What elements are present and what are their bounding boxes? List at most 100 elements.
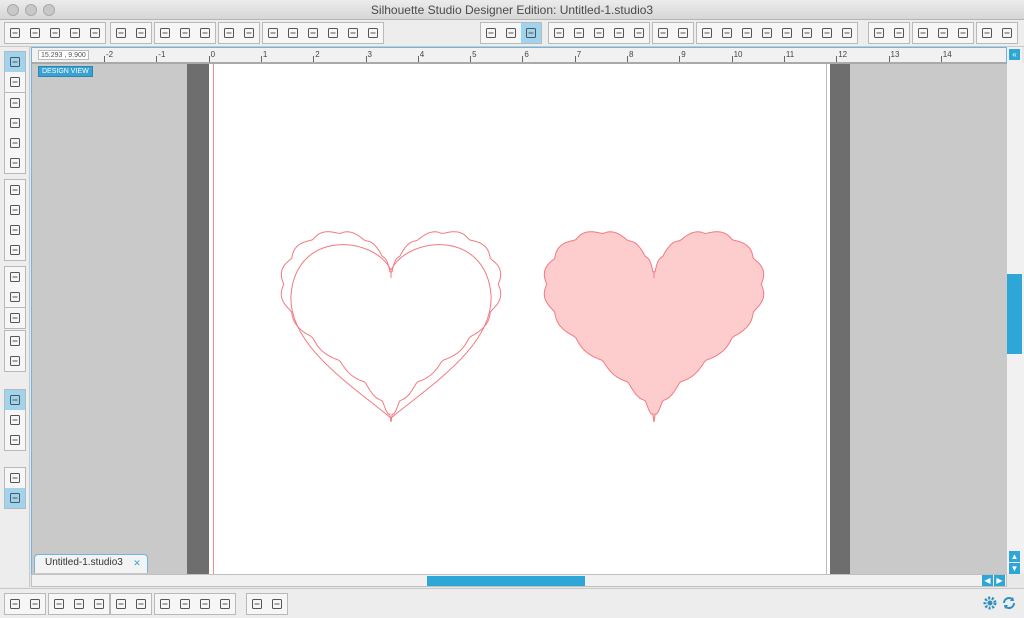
send-to-silhouette-icon[interactable] — [131, 23, 151, 43]
zoom-in-icon[interactable] — [283, 23, 303, 43]
trace-icon[interactable] — [913, 23, 933, 43]
align-icon[interactable] — [797, 23, 817, 43]
horizontal-scrollbar[interactable]: ◀ ▶ — [31, 574, 1007, 587]
paste-icon[interactable] — [175, 23, 195, 43]
select-icon[interactable] — [5, 52, 25, 72]
scale-icon[interactable] — [757, 23, 777, 43]
rounded-rectangle-icon[interactable] — [5, 133, 25, 153]
arc-icon[interactable] — [5, 267, 25, 287]
compound-icon[interactable] — [49, 594, 69, 614]
eraser-icon[interactable] — [977, 23, 997, 43]
tool-panel — [0, 47, 30, 587]
page-settings-icon[interactable] — [501, 23, 521, 43]
group-icon[interactable] — [5, 594, 25, 614]
spiral-icon[interactable] — [215, 594, 235, 614]
save-to-library-icon[interactable] — [85, 23, 105, 43]
delete-icon[interactable] — [131, 594, 151, 614]
bring-to-front-icon[interactable] — [89, 594, 109, 614]
mirror-icon[interactable] — [195, 594, 215, 614]
line-style-lines-icon[interactable] — [673, 23, 693, 43]
settings-gear-icon[interactable] — [982, 595, 998, 611]
ruler-tick-label: 12 — [838, 50, 848, 59]
grid-icon[interactable] — [521, 23, 541, 43]
line-color-icon[interactable] — [609, 23, 629, 43]
vertical-scroll-thumb[interactable] — [1007, 274, 1022, 354]
zoom-drag-icon[interactable] — [343, 23, 363, 43]
ruler-tick — [104, 56, 105, 62]
rectangle-icon[interactable] — [5, 113, 25, 133]
pan-icon[interactable] — [263, 23, 283, 43]
fill-bucket-icon[interactable] — [481, 23, 501, 43]
canvas-offpage-right — [850, 64, 1007, 574]
release-compound-icon[interactable] — [69, 594, 89, 614]
polygon-icon[interactable] — [5, 180, 25, 200]
panel-split-icon[interactable] — [5, 488, 25, 508]
lock-icon[interactable] — [247, 594, 267, 614]
open-file-icon[interactable] — [25, 23, 45, 43]
toolbar-group — [218, 22, 260, 44]
zoom-out-icon[interactable] — [303, 23, 323, 43]
scroll-up-arrow-icon[interactable]: ▲ — [1009, 551, 1020, 562]
scalloped-heart-filled[interactable] — [543, 231, 765, 423]
knife-icon[interactable] — [5, 351, 25, 371]
horizontal-scroll-thumb[interactable] — [427, 576, 585, 586]
modify-icon[interactable] — [869, 23, 889, 43]
eraser-tool-icon[interactable] — [5, 331, 25, 351]
refresh-icon[interactable] — [1001, 595, 1017, 611]
design-view-icon[interactable] — [5, 390, 25, 410]
scroll-right-arrow-icon[interactable]: ▶ — [994, 575, 1005, 586]
text-style-icon[interactable] — [697, 23, 717, 43]
library-icon[interactable] — [5, 410, 25, 430]
cut-icon[interactable] — [195, 23, 215, 43]
document-tab[interactable]: Untitled-1.studio3 ✕ — [34, 554, 148, 573]
weld-icon[interactable] — [155, 594, 175, 614]
ruler-tick-label: -1 — [158, 50, 166, 59]
redo-icon[interactable] — [239, 23, 259, 43]
ellipse-icon[interactable] — [5, 153, 25, 173]
fill-gradient-icon[interactable] — [569, 23, 589, 43]
shear-icon[interactable] — [777, 23, 797, 43]
line-icon[interactable] — [5, 93, 25, 113]
online-store-icon[interactable] — [5, 430, 25, 450]
print-icon[interactable] — [111, 23, 131, 43]
rotate-icon[interactable] — [737, 23, 757, 43]
line-style-icon[interactable] — [629, 23, 649, 43]
curve-icon[interactable] — [5, 200, 25, 220]
scroll-down-arrow-icon[interactable]: ▼ — [1009, 563, 1020, 574]
fit-to-page-icon[interactable] — [363, 23, 383, 43]
save-icon[interactable] — [65, 23, 85, 43]
zoom-select-icon[interactable] — [323, 23, 343, 43]
coordinate-readout: 15.293 , 9.900 — [38, 50, 89, 60]
ungroup-icon[interactable] — [25, 594, 45, 614]
regular-polygon-icon[interactable] — [5, 287, 25, 307]
replicate-icon[interactable] — [817, 23, 837, 43]
vertical-scrollbar[interactable]: « ▲ ▼ — [1007, 47, 1022, 574]
offset-icon[interactable] — [889, 23, 909, 43]
scroll-left-arrow-icon[interactable]: ◀ — [982, 575, 993, 586]
undo-icon[interactable] — [219, 23, 239, 43]
text-icon[interactable] — [5, 308, 25, 328]
fill-color-icon[interactable] — [549, 23, 569, 43]
title-bar: Silhouette Studio Designer Edition: Unti… — [0, 0, 1024, 20]
registration-marks-icon[interactable] — [933, 23, 953, 43]
transform-icon[interactable] — [717, 23, 737, 43]
panel-icon[interactable] — [5, 468, 25, 488]
new-file-icon[interactable] — [5, 23, 25, 43]
freehand-icon[interactable] — [5, 220, 25, 240]
app-window: Silhouette Studio Designer Edition: Unti… — [0, 0, 1024, 618]
pin-icon[interactable]: ✕ — [133, 558, 141, 569]
cut-settings-icon[interactable] — [997, 23, 1017, 43]
scalloped-heart-outline[interactable] — [280, 231, 502, 423]
subtract-icon[interactable] — [175, 594, 195, 614]
grid-settings-icon[interactable] — [953, 23, 973, 43]
duplicate-icon[interactable] — [111, 594, 131, 614]
collapse-panel-icon[interactable]: « — [1009, 49, 1020, 60]
layers-icon[interactable] — [267, 594, 287, 614]
nesting-icon[interactable] — [837, 23, 857, 43]
point-edit-icon[interactable] — [5, 72, 25, 92]
copy-icon[interactable] — [155, 23, 175, 43]
import-icon[interactable] — [45, 23, 65, 43]
line-settings-icon[interactable] — [653, 23, 673, 43]
smooth-freehand-icon[interactable] — [5, 240, 25, 260]
fill-pattern-icon[interactable] — [589, 23, 609, 43]
